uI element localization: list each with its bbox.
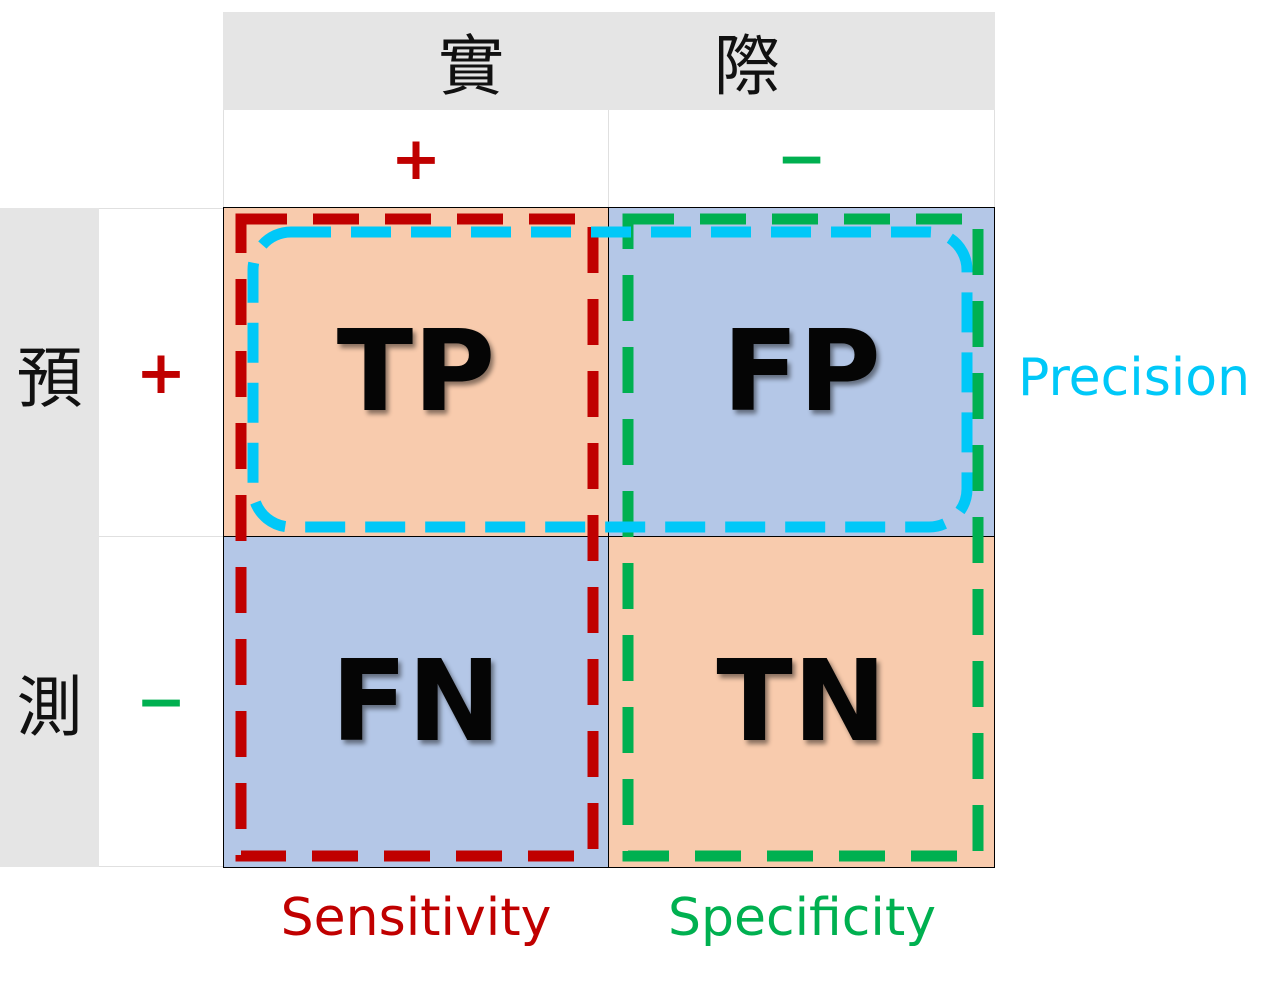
actual-negative-header: − bbox=[609, 110, 995, 207]
predicted-positive-sign: + bbox=[135, 337, 187, 408]
predicted-char-1: 預 bbox=[16, 339, 83, 417]
cell-tn: TN bbox=[609, 537, 995, 868]
cell-tp-label: TP bbox=[336, 307, 496, 437]
predicted-negative-sign: − bbox=[135, 666, 187, 737]
predicted-header-bottom: 測 bbox=[0, 537, 99, 867]
predicted-char-2: 測 bbox=[16, 669, 83, 746]
cell-fp: FP bbox=[609, 207, 995, 537]
actual-negative-sign: − bbox=[776, 123, 827, 194]
cell-fn: FN bbox=[223, 537, 609, 868]
precision-label: Precision bbox=[1018, 348, 1251, 408]
actual-positive-header: + bbox=[223, 110, 609, 207]
predicted-negative-header: − bbox=[99, 537, 223, 867]
cell-fn-label: FN bbox=[330, 637, 502, 767]
actual-header: 實 際 bbox=[223, 12, 995, 110]
actual-positive-sign: + bbox=[390, 123, 442, 194]
cell-tp: TP bbox=[223, 207, 609, 537]
cell-tn-label: TN bbox=[716, 637, 887, 767]
predicted-positive-header: + bbox=[99, 208, 223, 537]
specificity-label: Specificity bbox=[668, 888, 936, 948]
cell-fp-label: FP bbox=[722, 307, 881, 437]
sensitivity-label: Sensitivity bbox=[280, 888, 552, 948]
actual-header-label: 實 際 bbox=[438, 28, 780, 105]
predicted-header-top: 預 bbox=[0, 208, 99, 537]
